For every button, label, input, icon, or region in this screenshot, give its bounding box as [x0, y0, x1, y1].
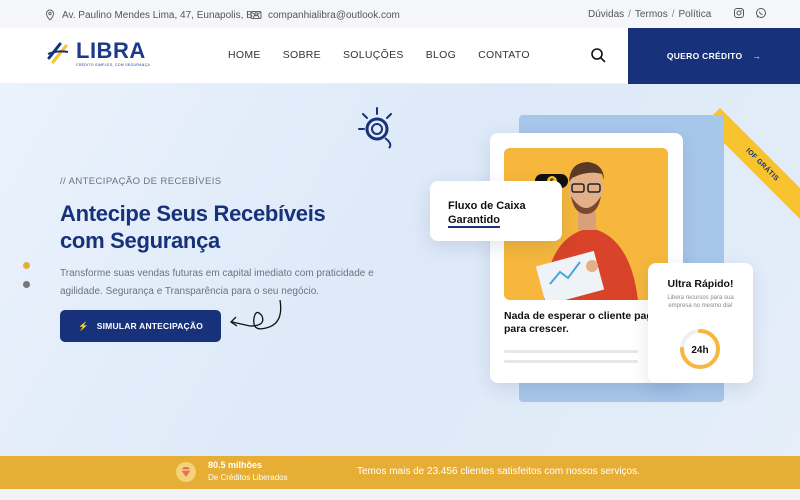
libra-logo-icon [47, 42, 69, 64]
main-card-line2: para crescer. [504, 323, 569, 335]
cashflow-card: Fluxo de Caixa Garantido [430, 181, 562, 241]
speed-description: Libera recursos para sua empresa no mesm… [667, 295, 734, 309]
speed-title: Ultra Rápido! [667, 278, 734, 290]
logo-text: LIBRA [76, 38, 146, 63]
logo[interactable]: LIBRA CRÉDITO SIMPLES, COM SEGURANÇA [46, 40, 150, 67]
main-card-text: Nada de esperar o cliente pagar para cre… [504, 310, 654, 336]
hero-title: Antecipe Seus Recebíveis com Segurança [60, 201, 326, 253]
link-duvidas[interactable]: Dúvidas [588, 9, 624, 20]
top-info-bar: Av. Paulino Mendes Lima, 47, Eunapolis, … [0, 0, 800, 28]
nav-home[interactable]: HOME [228, 49, 261, 61]
stat-label: De Créditos Liberados [208, 473, 288, 482]
cta-label: QUERO CRÉDITO [666, 51, 743, 61]
location-pin-icon [45, 9, 55, 21]
slider-dot-active[interactable] [23, 262, 30, 269]
diamond-badge-icon [176, 462, 196, 482]
nav-solucoes[interactable]: SOLUÇÕES [343, 49, 404, 61]
simular-label: SIMULAR ANTECIPAÇÃO [96, 321, 204, 331]
card-placeholder-line [504, 360, 638, 363]
nav-contato[interactable]: CONTATO [478, 49, 530, 61]
nav-blog[interactable]: BLOG [426, 49, 456, 61]
link-termos[interactable]: Termos [635, 9, 668, 20]
hero-eyebrow: // ANTECIPAÇÃO DE RECEBÍVEIS [60, 176, 222, 187]
main-nav: HOME SOBRE SOLUÇÕES BLOG CONTATO [228, 49, 552, 61]
footer-strip [0, 489, 800, 500]
social-links [733, 7, 767, 19]
simular-antecipacao-button[interactable]: ⚡ SIMULAR ANTECIPAÇÃO [60, 310, 221, 342]
nav-sobre[interactable]: SOBRE [283, 49, 321, 61]
separator: / [671, 9, 675, 20]
whatsapp-icon[interactable] [755, 7, 767, 19]
card-placeholder-line [504, 350, 638, 353]
stat-message: Temos mais de 23.456 clientes satisfeito… [357, 466, 640, 477]
cashflow-line2: Garantido [448, 214, 500, 228]
lightning-icon: ⚡ [77, 320, 89, 331]
speed-gauge: 24h [680, 329, 720, 369]
search-icon[interactable] [590, 47, 606, 63]
instagram-icon[interactable] [733, 7, 745, 19]
mail-icon [250, 11, 262, 19]
email-item[interactable]: companhialibra@outlook.com [250, 9, 400, 21]
main-card-line1: Nada de esperar o cliente pagar [504, 310, 654, 322]
cashflow-line1: Fluxo de Caixa [448, 200, 526, 212]
legal-links: Dúvidas / Termos / Política [588, 9, 711, 20]
cashflow-title: Fluxo de Caixa Garantido [448, 199, 526, 228]
address-item: Av. Paulino Mendes Lima, 47, Eunapolis, … [44, 9, 260, 21]
email-text[interactable]: companhialibra@outlook.com [268, 10, 400, 21]
logo-tagline: CRÉDITO SIMPLES, COM SEGURANÇA [76, 63, 151, 67]
address-text: Av. Paulino Mendes Lima, 47, Eunapolis, … [62, 9, 260, 21]
stat-value: 80.5 milhões [208, 460, 263, 470]
separator: / [628, 9, 631, 20]
ultra-rapido-card: Ultra Rápido! Libera recursos para sua e… [648, 263, 753, 383]
curly-arrow-icon [229, 299, 282, 330]
arrow-right-icon: → [752, 51, 762, 61]
link-politica[interactable]: Política [679, 9, 712, 20]
sun-coin-icon [358, 107, 392, 149]
speed-value: 24h [691, 345, 708, 356]
slider-dot[interactable] [23, 281, 30, 288]
quero-credito-button[interactable]: QUERO CRÉDITO → [628, 28, 800, 84]
